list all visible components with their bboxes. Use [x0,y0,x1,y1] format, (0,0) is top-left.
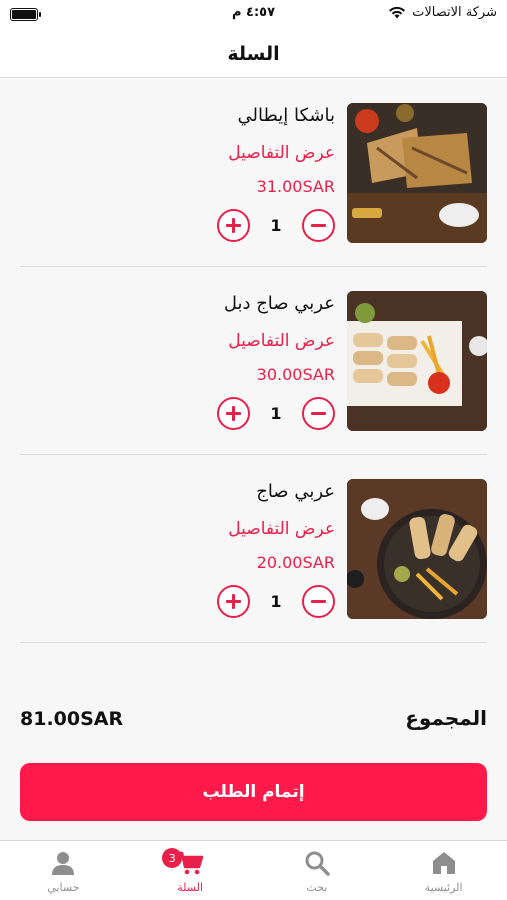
total-label: المجموع [405,706,487,730]
battery-icon [10,8,41,21]
increase-quantity-button[interactable] [217,397,250,430]
tab-search[interactable]: بحث [254,841,381,900]
quantity-value: 1 [270,404,282,423]
search-icon [305,851,330,876]
product-price: 20.00SAR [256,553,335,572]
product-price: 31.00SAR [256,177,335,196]
page-title: السلة [227,42,280,65]
status-time: ٤:٥٧ م [231,5,276,20]
status-bar: شركة الاتصالات ٤:٥٧ م [0,0,507,30]
product-name: عربي صاج [256,481,335,502]
person-icon [52,852,75,875]
product-image[interactable] [347,479,487,619]
checkout-button[interactable]: إتمام الطلب [20,763,487,821]
tab-cart-label: السلة [177,881,203,894]
cart-item: باشكا إيطالي عرض التفاصيل 31.00SAR 1 [20,79,487,267]
wrap-platter-photo [347,291,487,431]
product-image[interactable] [347,291,487,431]
decrease-quantity-button[interactable] [302,585,335,618]
wifi-icon [389,6,406,19]
tab-search-label: بحث [306,881,328,894]
cart-item: عربي صاج عرض التفاصيل 20.00SAR 1 [20,455,487,643]
tab-cart[interactable]: 3 السلة [127,841,254,900]
total-amount: 81.00SAR [20,708,124,730]
product-image[interactable] [347,103,487,243]
cart-item: عربي صاج دبل عرض التفاصيل 30.00SAR 1 [20,267,487,455]
cart-content: باشكا إيطالي عرض التفاصيل 31.00SAR 1 عرب… [0,79,507,840]
increase-quantity-button[interactable] [217,209,250,242]
wrap-fries-plate-photo [347,479,487,619]
tab-account[interactable]: حسابي [0,841,127,900]
view-details-link[interactable]: عرض التفاصيل [228,143,335,163]
carrier-info: شركة الاتصالات [388,5,497,20]
increase-quantity-button[interactable] [217,585,250,618]
product-name: عربي صاج دبل [223,293,335,314]
tab-account-label: حسابي [47,881,80,894]
cart-count-badge: 3 [162,848,183,868]
quantity-value: 1 [270,592,282,611]
product-price: 30.00SAR [256,365,335,384]
decrease-quantity-button[interactable] [302,397,335,430]
quantity-stepper: 1 [217,397,335,431]
total-row: المجموع 81.00SAR [20,706,487,736]
carrier-name: شركة الاتصالات [412,5,497,20]
tab-bar: حسابي 3 السلة بحث الرئيسية [0,840,507,900]
decrease-quantity-button[interactable] [302,209,335,242]
quantity-value: 1 [270,216,282,235]
tab-home-label: الرئيسية [424,881,463,894]
home-icon [432,852,455,874]
quantity-stepper: 1 [217,209,335,243]
product-name: باشكا إيطالي [237,105,335,126]
panini-sandwich-photo [347,103,487,243]
view-details-link[interactable]: عرض التفاصيل [228,331,335,351]
tab-home[interactable]: الرئيسية [380,841,507,900]
view-details-link[interactable]: عرض التفاصيل [228,519,335,539]
navigation-bar: السلة [0,30,507,78]
quantity-stepper: 1 [217,585,335,619]
